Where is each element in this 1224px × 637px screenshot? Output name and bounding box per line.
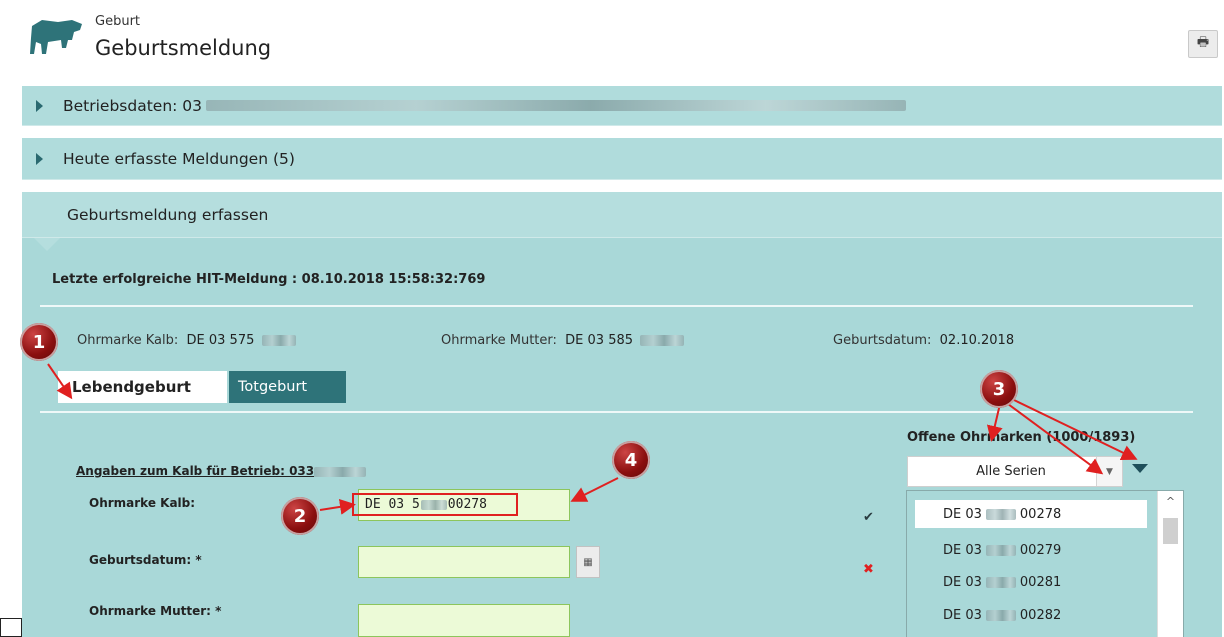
open-ear-tags-title: Offene Ohrmarken (1000/1893) xyxy=(907,430,1136,445)
calf-ear-tag-label: Ohrmarke Kalb: xyxy=(89,496,196,510)
series-select[interactable]: Alle Serien ▼ xyxy=(907,456,1123,487)
redacted-text xyxy=(206,100,907,111)
expand-triangle-icon xyxy=(36,152,43,165)
print-button[interactable]: 🖶 xyxy=(1188,30,1218,58)
accordion-birth-entry[interactable]: Geburtsmeldung erfassen xyxy=(22,192,1222,238)
callout-badge-4: 4 xyxy=(612,441,650,479)
highlight-box xyxy=(352,493,518,516)
divider xyxy=(40,411,1193,413)
tab-live-birth[interactable]: Lebendgeburt xyxy=(58,371,227,403)
redacted-text xyxy=(640,335,685,346)
accordion-today-messages[interactable]: Heute erfasste Meldungen (5) xyxy=(22,138,1222,180)
page-title: Geburtsmeldung xyxy=(95,36,272,60)
accordion-farm-data[interactable]: Betriebsdaten: 03 xyxy=(22,86,1222,126)
list-item[interactable]: DE 03 00282 xyxy=(915,601,1147,629)
info-birth-date: Geburtsdatum: 02.10.2018 xyxy=(833,333,1015,348)
accordion-notch xyxy=(34,238,60,251)
redacted-text xyxy=(985,609,1016,621)
cow-logo-icon xyxy=(30,20,82,54)
series-select-value: Alle Serien xyxy=(976,464,1046,479)
redacted-text xyxy=(985,544,1016,556)
tab-stillbirth[interactable]: Totgeburt xyxy=(229,371,346,403)
print-icon: 🖶 xyxy=(1196,35,1210,50)
list-item[interactable]: DE 03 00281 xyxy=(915,568,1147,596)
breadcrumb-category: Geburt xyxy=(95,14,141,29)
accordion-farm-data-label: Betriebsdaten: 03 xyxy=(63,96,203,115)
list-item[interactable]: DE 03 00279 xyxy=(915,536,1147,564)
info-ear-tag-mother: Ohrmarke Mutter: DE 03 585 xyxy=(441,333,685,348)
section-calf-farm: Angaben zum Kalb für Betrieb: 033 xyxy=(76,464,367,478)
redacted-text xyxy=(985,508,1016,520)
accordion-today-messages-label: Heute erfasste Meldungen (5) xyxy=(63,149,295,168)
callout-badge-2: 2 xyxy=(281,497,319,535)
collapse-list-icon[interactable] xyxy=(1132,464,1148,473)
birth-date-input[interactable] xyxy=(358,546,570,578)
open-ear-tags-list: DE 03 00278 DE 03 00279 DE 03 00281 DE 03 00… xyxy=(906,490,1184,637)
redacted-text xyxy=(314,466,367,477)
mother-ear-tag-label: Ohrmarke Mutter: * xyxy=(89,604,222,618)
expand-triangle-icon xyxy=(36,99,43,112)
list-scrollbar[interactable]: ^ xyxy=(1157,491,1183,637)
chevron-down-icon[interactable]: ▼ xyxy=(1096,457,1122,486)
redacted-text xyxy=(985,576,1016,588)
last-successful-message: Letzte erfolgreiche HIT-Meldung : 08.10.… xyxy=(52,272,486,287)
valid-check-icon: ✔ xyxy=(863,510,874,525)
info-ear-tag-calf: Ohrmarke Kalb: DE 03 575 xyxy=(77,333,296,348)
callout-badge-3: 3 xyxy=(980,370,1018,408)
redacted-text xyxy=(261,335,296,346)
list-item[interactable]: DE 03 00278 xyxy=(915,500,1147,528)
calendar-icon: ▦ xyxy=(583,556,593,568)
birth-date-label: Geburtsdatum: * xyxy=(89,553,202,567)
scroll-up-icon[interactable]: ^ xyxy=(1158,495,1183,508)
divider xyxy=(40,305,1193,307)
callout-badge-1: 1 xyxy=(20,323,58,361)
error-cross-icon: ✖ xyxy=(863,562,874,577)
mother-ear-tag-input[interactable] xyxy=(358,604,570,637)
scroll-thumb[interactable] xyxy=(1163,518,1178,544)
accordion-birth-entry-label: Geburtsmeldung erfassen xyxy=(67,205,269,224)
page-corner-marker xyxy=(0,618,22,637)
calendar-button[interactable]: ▦ xyxy=(576,546,600,578)
